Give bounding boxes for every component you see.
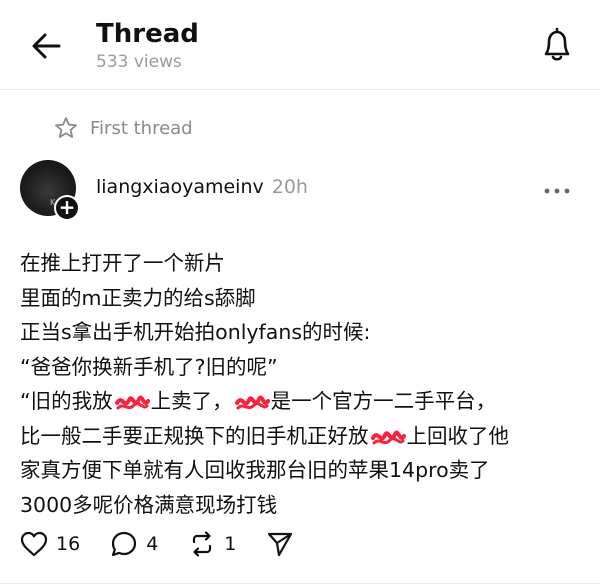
post-body: 在推上打开了一个新片 里面的m正卖力的给s舔脚 正当s拿出手机开始拍onlyfa… xyxy=(20,246,590,522)
post-line: “爸爸你换新手机了?旧的呢” xyxy=(20,350,590,385)
share-button[interactable] xyxy=(266,530,294,558)
more-options-button[interactable] xyxy=(542,176,572,206)
post-text-segment: 里面的m正卖力的给s舔脚 xyxy=(20,285,256,310)
post-actions: 16 4 1 xyxy=(20,530,324,558)
title-block: Thread 533 views xyxy=(96,18,199,72)
bottom-divider xyxy=(0,583,600,584)
post-text-segment: 正当s拿出手机开始拍onlyfans的时候: xyxy=(20,320,371,344)
post-line: “旧的我放 上卖了， 是一个官方一二手平台， xyxy=(20,384,590,419)
repost-button[interactable]: 1 xyxy=(188,530,236,558)
post-text-segment: 在推上打开了一个新片 xyxy=(20,251,225,275)
follow-plus-button[interactable]: + xyxy=(54,195,80,221)
post-line: 正当s拿出手机开始拍onlyfans的时候: xyxy=(20,315,590,350)
arrow-left-icon xyxy=(32,33,61,59)
page-title: Thread xyxy=(96,19,199,49)
first-thread-label: First thread xyxy=(90,117,193,139)
comment-bubble-icon xyxy=(112,531,137,557)
repost-icon xyxy=(193,531,212,557)
top-bar: Thread 533 views xyxy=(0,0,600,90)
heart-icon xyxy=(20,531,48,557)
post-line: 家真方便下单就有人回收我那台旧的苹果14pro卖了 xyxy=(20,453,590,488)
post-text-segment: 是一个官方一二手平台， xyxy=(270,389,497,413)
post-text-segment: “爸爸你换新手机了?旧的呢” xyxy=(20,354,278,379)
back-button[interactable] xyxy=(26,28,66,64)
like-count: 16 xyxy=(56,533,81,555)
post-time: 20h xyxy=(271,176,308,198)
star-icon xyxy=(55,117,77,138)
more-dots-icon xyxy=(544,188,570,194)
post-line: 里面的m正卖力的给s舔脚 xyxy=(20,281,590,316)
post-author-line: liangxiaoyameinv 20h xyxy=(96,176,308,198)
post-text-segment: “旧的我放 xyxy=(20,389,113,413)
reply-button[interactable]: 4 xyxy=(110,530,158,558)
repost-count: 1 xyxy=(224,533,237,555)
censor-scribble-icon xyxy=(234,395,270,410)
notifications-button[interactable] xyxy=(534,22,580,68)
censor-scribble-icon xyxy=(114,395,150,410)
like-button[interactable]: 16 xyxy=(20,531,80,557)
post-line: 比一般二手要正规换下的旧手机正好放 上回收了他 xyxy=(20,419,590,454)
reply-count: 4 xyxy=(146,533,159,555)
post-line: 在推上打开了一个新片 xyxy=(20,246,590,281)
post-text-segment: 家真方便下单就有人回收我那台旧的苹果14pro卖了 xyxy=(20,458,490,482)
username[interactable]: liangxiaoyameinv xyxy=(96,176,264,198)
views-count: 533 views xyxy=(96,52,182,72)
post-line: 3000多呢价格满意现场打钱 xyxy=(20,488,590,523)
post-text-segment: 上卖了， xyxy=(150,389,233,413)
post-text-segment: 3000多呢价格满意现场打钱 xyxy=(20,492,278,517)
first-thread-indicator: First thread xyxy=(54,116,193,140)
bell-icon xyxy=(544,27,570,61)
post-text-segment: 上回收了他 xyxy=(406,423,510,448)
post-text-segment: 比一般二手要正规换下的旧手机正好放 xyxy=(20,423,369,448)
send-icon xyxy=(268,532,293,557)
censor-scribble-icon xyxy=(370,430,406,444)
